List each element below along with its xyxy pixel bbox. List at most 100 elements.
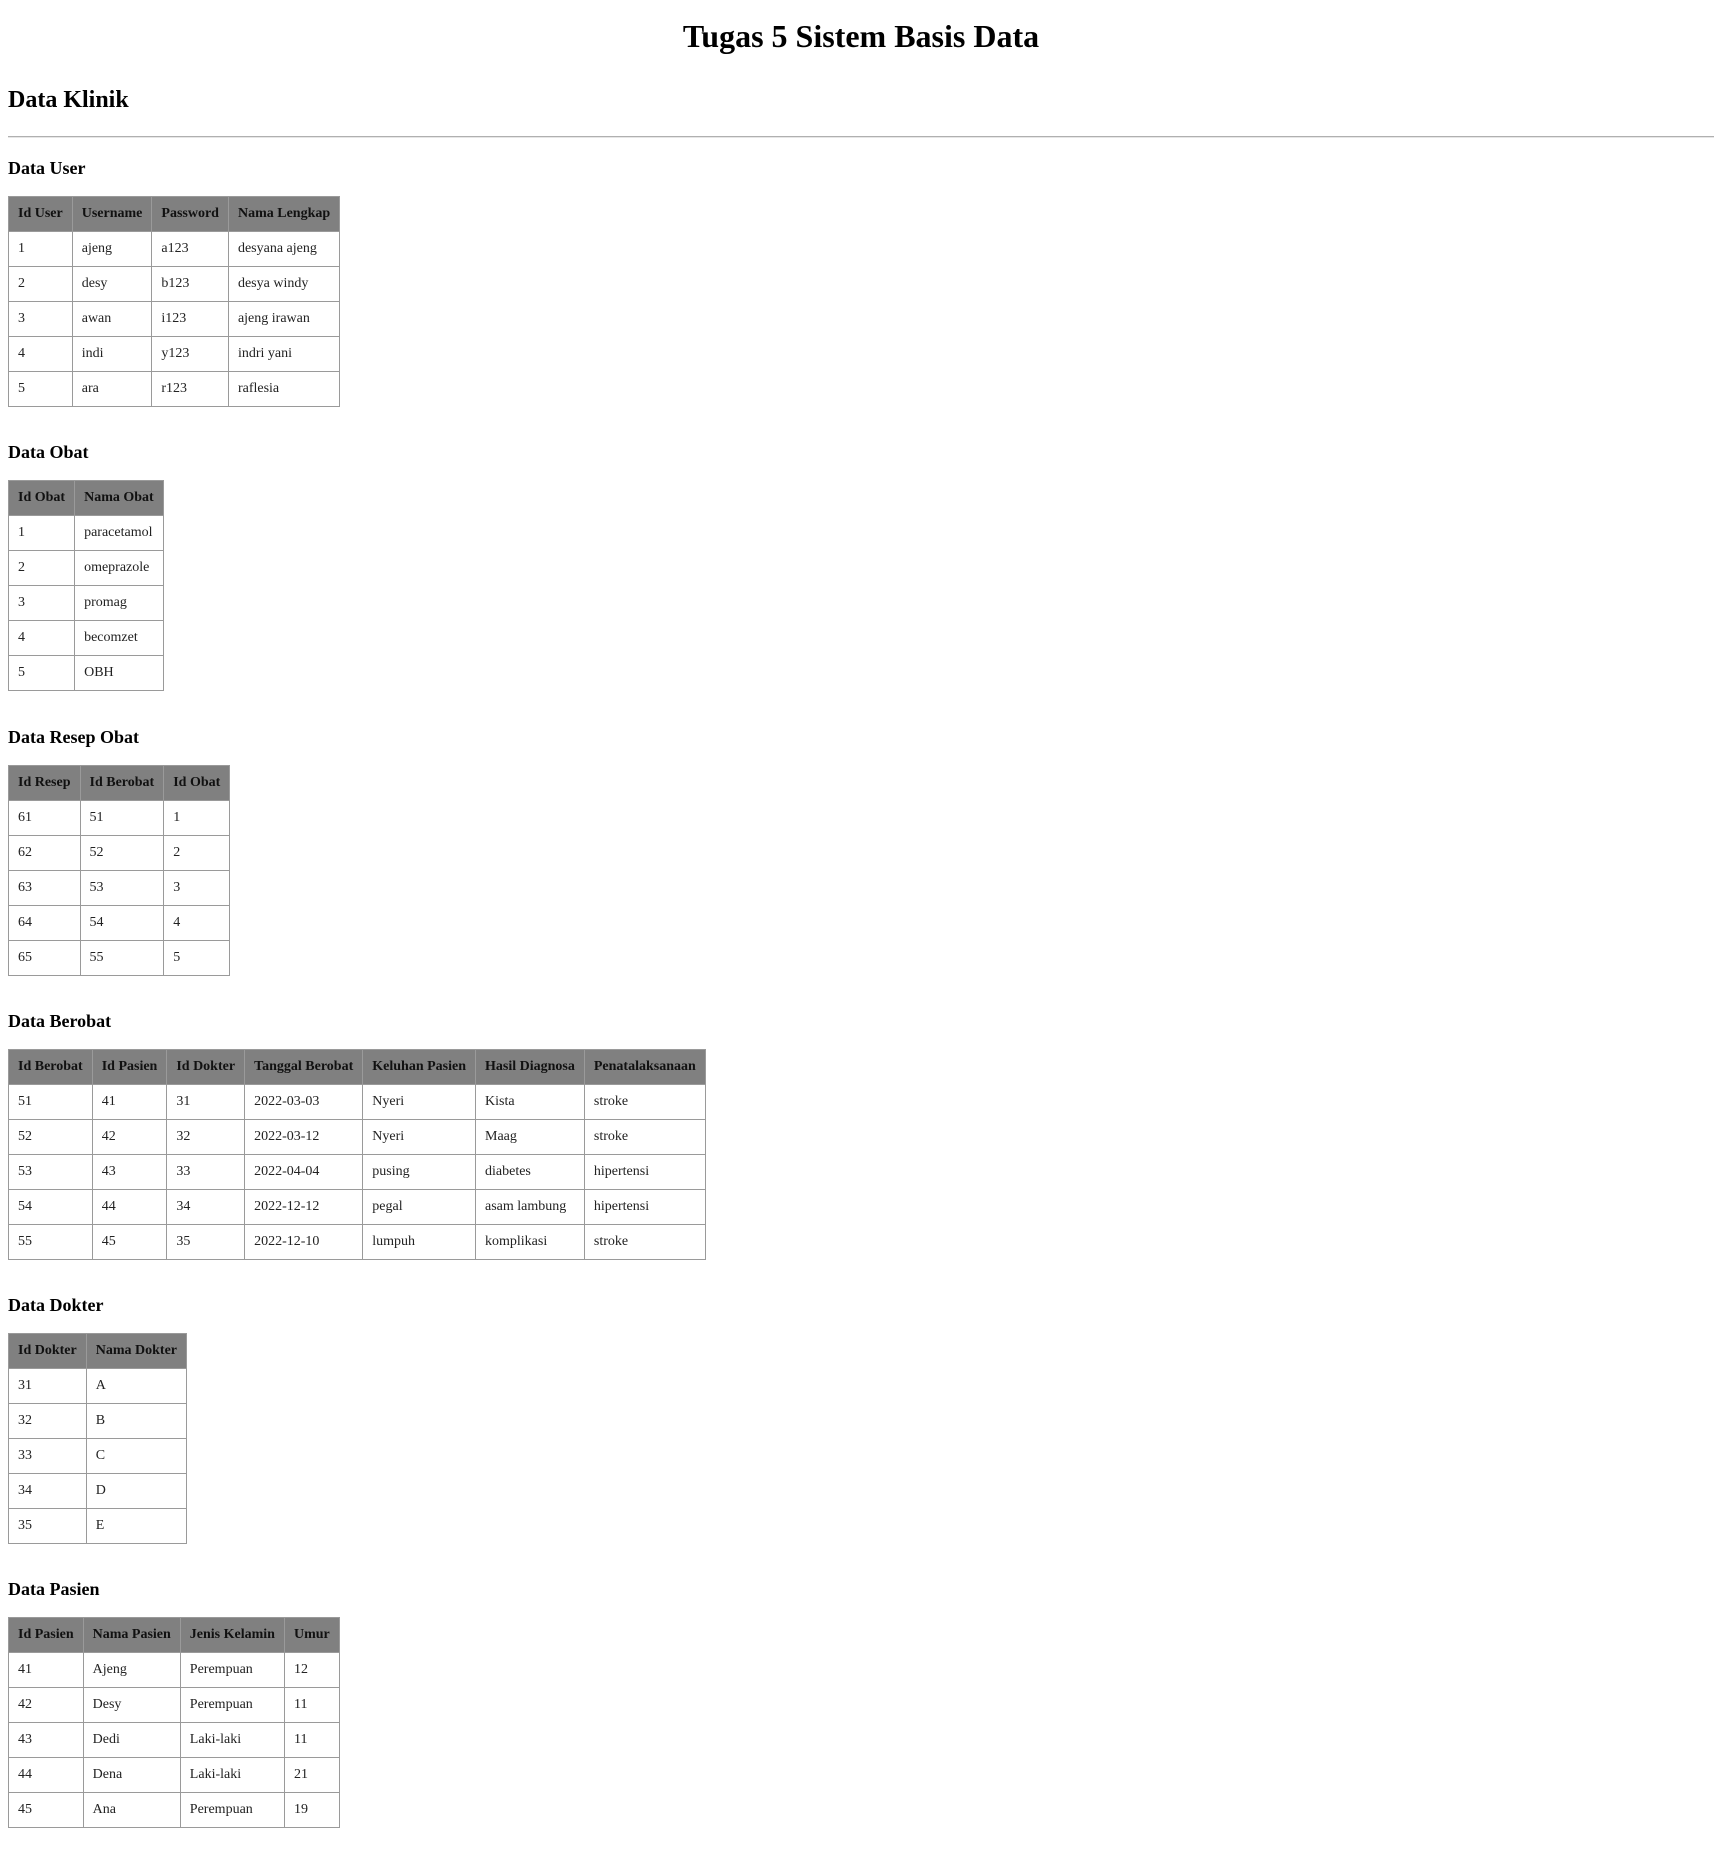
table-cell: ajeng	[71, 231, 153, 267]
section-title-pasien: Data Pasien	[8, 1579, 100, 1599]
table-cell: desy	[71, 266, 153, 302]
dokter-table: Id Dokter Nama Dokter 31 A 32 B 33 C 34 D 35 E	[8, 1333, 188, 1544]
table-cell: raflesia	[227, 371, 341, 407]
table-cell: Ana	[82, 1792, 181, 1828]
table-cell: i123	[151, 301, 229, 337]
table-cell: asam lambung	[475, 1189, 585, 1225]
table-cell: Nyeri	[362, 1084, 477, 1120]
table-header-row: Id User Username Password Nama Lengkap	[8, 196, 341, 232]
section-obat: Data Obat Id Obat Nama Obat 1 paracetamol 2 o…	[7, 441, 164, 691]
table-cell: 2022-12-12	[244, 1189, 364, 1225]
table-cell: 2	[7, 550, 76, 586]
table-row: 53 43 33 2022-04-04 pusing diabetes hipertensi	[8, 1154, 706, 1190]
table-cell: lumpuh	[362, 1224, 477, 1260]
table-cell: b123	[151, 266, 229, 302]
table-header-row: Id Obat Nama Obat	[7, 480, 164, 516]
table-cell: Ajeng	[82, 1652, 181, 1688]
table-cell: 53	[79, 870, 165, 906]
column-header: Id Dokter	[166, 1049, 246, 1085]
table-cell: 31	[8, 1368, 87, 1404]
table-cell: Laki-laki	[179, 1722, 285, 1758]
table-cell: 43	[8, 1722, 84, 1758]
column-header: Id Obat	[163, 765, 231, 801]
table-cell: 51	[79, 800, 165, 836]
table-row: 35 E	[8, 1508, 188, 1544]
table-cell: 42	[91, 1119, 168, 1155]
table-cell: 42	[8, 1687, 84, 1723]
section-user: Data User Id User Username Password Nama Le…	[8, 157, 341, 407]
table-cell: 53	[8, 1154, 93, 1190]
table-cell: awan	[71, 301, 153, 337]
table-cell: 3	[8, 301, 73, 337]
table-cell: Maag	[475, 1119, 585, 1155]
table-cell: desyana ajeng	[227, 231, 341, 267]
divider	[8, 136, 1714, 138]
table-cell: 45	[8, 1792, 84, 1828]
table-cell: 3	[7, 585, 76, 621]
table-cell: pusing	[362, 1154, 477, 1190]
table-row: 3 promag	[7, 585, 164, 621]
table-cell: 5	[8, 371, 73, 407]
table-cell: D	[85, 1473, 188, 1509]
section-berobat: Data Berobat Id Berobat Id Pasien Id Dokte…	[8, 1010, 706, 1260]
table-cell: 2	[8, 266, 73, 302]
column-header: Id Resep	[8, 765, 81, 801]
table-row: 63 53 3	[8, 870, 231, 906]
table-cell: 43	[91, 1154, 168, 1190]
table-cell: hipertensi	[583, 1189, 706, 1225]
table-cell: B	[85, 1403, 188, 1439]
table-cell: 3	[163, 870, 231, 906]
column-header: Id User	[8, 196, 73, 232]
table-cell: Nyeri	[362, 1119, 477, 1155]
table-cell: Kista	[475, 1084, 585, 1120]
table-cell: 55	[79, 940, 165, 976]
column-header: Id Dokter	[8, 1333, 87, 1369]
table-cell: paracetamol	[74, 515, 164, 551]
table-row: 4 indi y123 indri yani	[8, 336, 341, 372]
table-row: 2 omeprazole	[7, 550, 164, 586]
table-cell: 54	[8, 1189, 93, 1225]
table-cell: 2022-03-12	[244, 1119, 364, 1155]
table-row: 5 OBH	[7, 655, 164, 691]
column-header: Keluhan Pasien	[362, 1049, 477, 1085]
table-cell: ara	[71, 371, 153, 407]
table-row: 65 55 5	[8, 940, 231, 976]
column-header: Nama Pasien	[82, 1617, 181, 1653]
table-cell: 63	[8, 870, 81, 906]
table-cell: 34	[8, 1473, 87, 1509]
table-cell: 2022-03-03	[244, 1084, 364, 1120]
table-cell: 44	[8, 1757, 84, 1793]
table-row: 45 Ana Perempuan 19	[8, 1792, 340, 1828]
table-row: 52 42 32 2022-03-12 Nyeri Maag stroke	[8, 1119, 706, 1155]
table-row: 51 41 31 2022-03-03 Nyeri Kista stroke	[8, 1084, 706, 1120]
table-cell: diabetes	[475, 1154, 585, 1190]
resep-table: Id Resep Id Berobat Id Obat 61 51 1 62 52 2 63 53 3…	[8, 765, 231, 976]
table-header-row: Id Pasien Nama Pasien Jenis Kelamin Umur	[8, 1617, 340, 1653]
table-row: 43 Dedi Laki-laki 11	[8, 1722, 340, 1758]
table-header-row: Id Resep Id Berobat Id Obat	[8, 765, 231, 801]
table-cell: 41	[8, 1652, 84, 1688]
column-header: Jenis Kelamin	[179, 1617, 285, 1653]
table-cell: 65	[8, 940, 81, 976]
table-cell: 1	[8, 231, 73, 267]
table-cell: promag	[74, 585, 164, 621]
table-cell: a123	[151, 231, 229, 267]
table-cell: C	[85, 1438, 188, 1474]
table-cell: indri yani	[227, 336, 341, 372]
table-cell: 41	[91, 1084, 168, 1120]
table-cell: omeprazole	[74, 550, 164, 586]
section-resep: Data Resep Obat Id Resep Id Berobat Id Oba…	[8, 726, 231, 976]
table-cell: 52	[79, 835, 165, 871]
table-cell: pegal	[362, 1189, 477, 1225]
table-cell: desya windy	[227, 266, 341, 302]
column-header: Id Berobat	[8, 1049, 93, 1085]
page-subtitle: Data Klinik	[8, 87, 129, 113]
table-row: 31 A	[8, 1368, 188, 1404]
table-row: 33 C	[8, 1438, 188, 1474]
table-cell: stroke	[583, 1084, 706, 1120]
table-cell: stroke	[583, 1119, 706, 1155]
table-cell: 11	[283, 1687, 340, 1723]
table-cell: 1	[163, 800, 231, 836]
table-cell: hipertensi	[583, 1154, 706, 1190]
table-cell: 4	[8, 336, 73, 372]
